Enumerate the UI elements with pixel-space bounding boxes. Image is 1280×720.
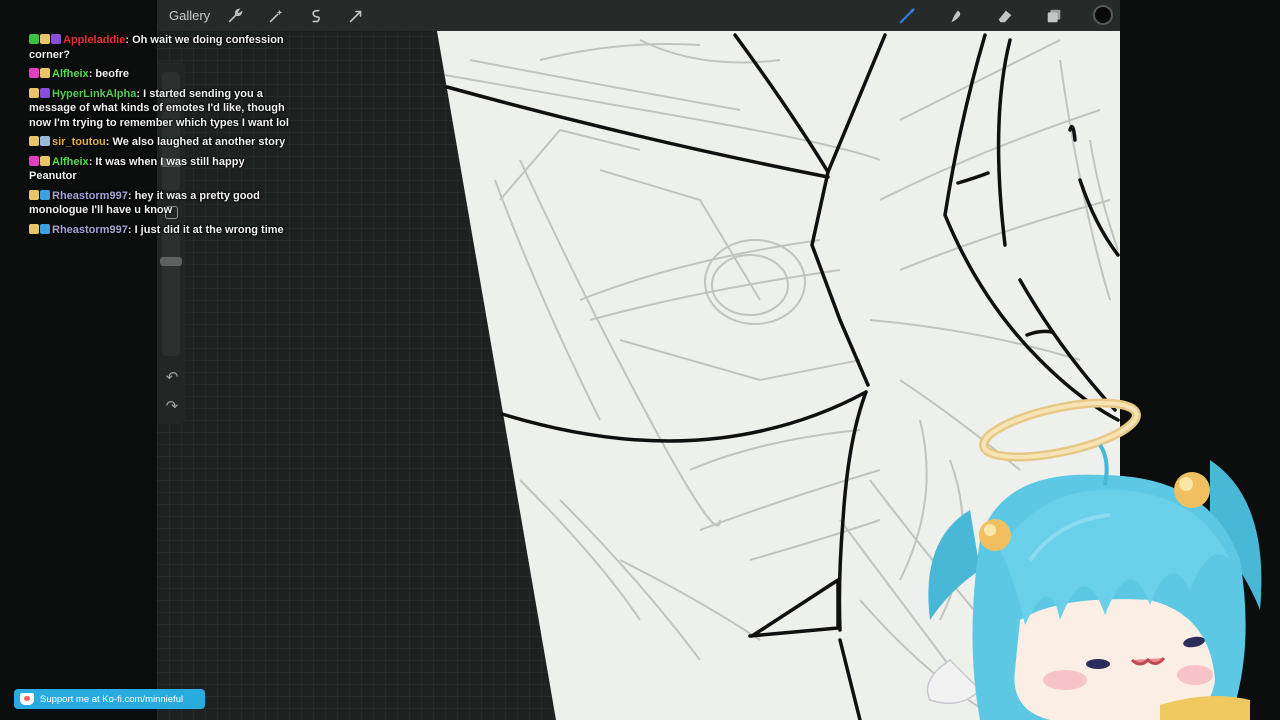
chat-username: Alfheix (52, 68, 89, 80)
chat-username: sir_toutou (52, 136, 106, 148)
chat-message: Appleladdie: Oh wait we doing confession… (29, 34, 284, 61)
kofi-label: Support me at Ko-fi.com/minnieful (40, 693, 184, 705)
color-picker-button[interactable] (1093, 5, 1113, 25)
chat-message: Alfheix: It was when I was still happy P… (29, 155, 245, 182)
chat-badges (29, 34, 61, 44)
chat-badges (29, 223, 50, 234)
vtuber-avatar (926, 398, 1262, 720)
opacity-slider[interactable] (162, 232, 180, 356)
chat-badges (29, 136, 50, 146)
undo-icon[interactable]: ↶ (163, 369, 181, 387)
chat-message: sir_toutou: We also laughed at another s… (29, 135, 294, 150)
selection-icon[interactable] (304, 4, 328, 28)
chat-message: Rheastorm997: I just did it at the wrong… (29, 223, 294, 238)
magic-wand-icon[interactable] (264, 4, 288, 28)
chat-username: Appleladdie (63, 34, 126, 46)
transform-icon[interactable] (344, 4, 368, 28)
brush-icon[interactable] (895, 4, 919, 28)
chat-message: Alfheix: beofre (29, 67, 294, 82)
chat-username: Alfheix (52, 155, 89, 168)
chat-text: We also laughed at another story (112, 136, 286, 148)
gallery-button[interactable]: Gallery (169, 8, 210, 23)
smudge-icon[interactable] (944, 4, 968, 28)
chat-text: beofre (95, 68, 130, 80)
chat-overlay: Appleladdie: Oh wait we doing confession… (29, 33, 294, 242)
layers-icon[interactable] (1042, 4, 1066, 28)
wrench-icon[interactable] (223, 4, 247, 28)
kofi-cup-icon (20, 693, 34, 705)
chat-badges (29, 189, 50, 200)
chat-message: Rheastorm997: hey it was a pretty good m… (29, 189, 260, 216)
chat-text: I just did it at the wrong time (134, 223, 284, 236)
eraser-icon[interactable] (993, 4, 1017, 28)
chat-badges (29, 68, 50, 78)
top-toolbar (157, 0, 1120, 31)
chat-badges (29, 155, 50, 166)
chat-username: Rheastorm997 (52, 223, 128, 236)
opacity-thumb[interactable] (160, 257, 182, 266)
kofi-banner[interactable]: Support me at Ko-fi.com/minnieful (14, 689, 205, 709)
chat-badges (29, 87, 50, 98)
chat-message: HyperLinkAlpha: I started sending you a … (29, 87, 289, 129)
chat-username: Rheastorm997 (52, 189, 128, 202)
redo-icon[interactable]: ↷ (163, 398, 181, 416)
chat-username: HyperLinkAlpha (52, 87, 137, 100)
